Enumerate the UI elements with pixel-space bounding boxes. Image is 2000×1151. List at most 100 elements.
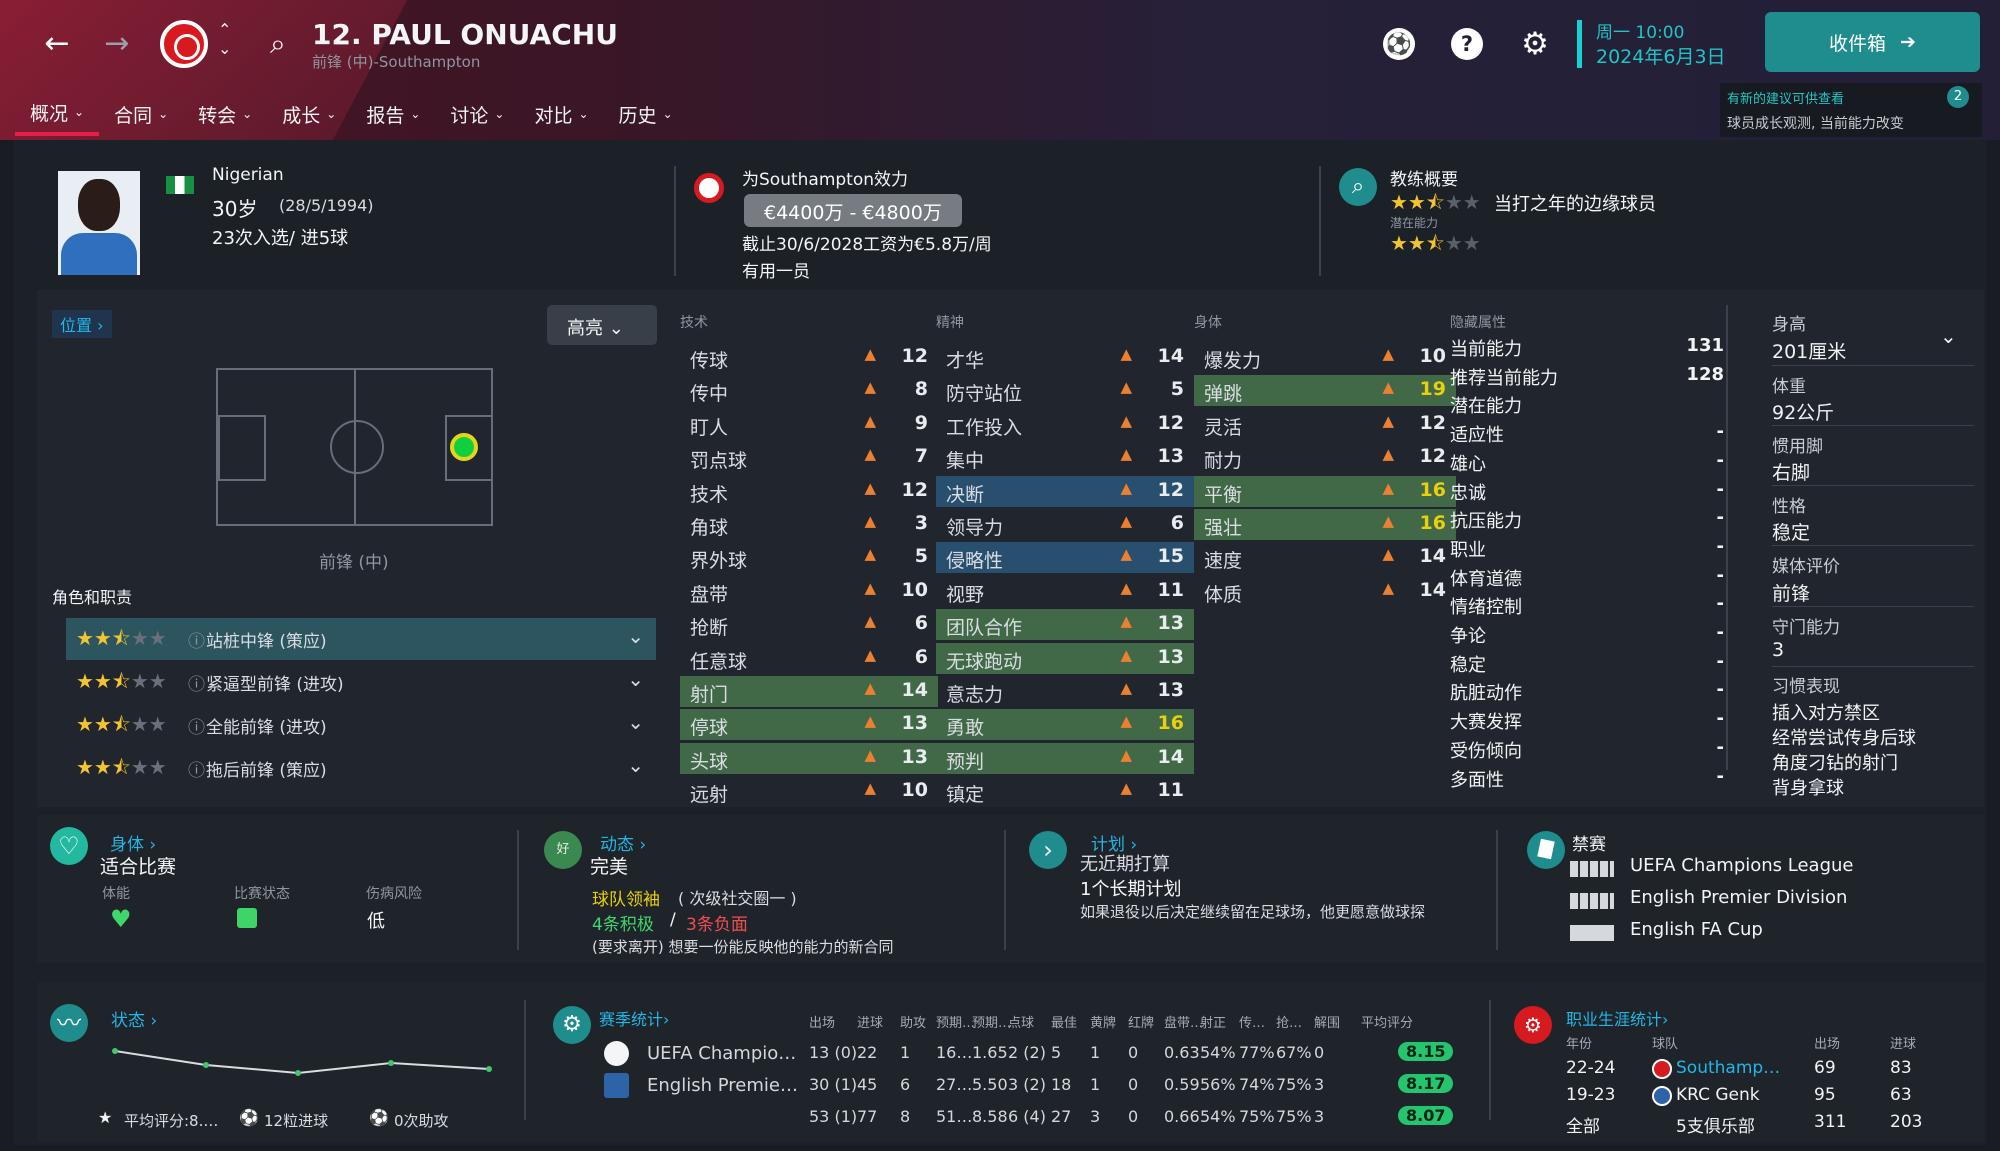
gear-icon[interactable]: ⚙ xyxy=(1519,28,1551,60)
attribute-name: 速度 xyxy=(1204,550,1243,573)
hidden-attribute-value: - xyxy=(1716,449,1724,471)
tab-contract[interactable]: 合同 ⌄ xyxy=(99,92,183,136)
attribute-row: 界外球 ▲ 5 xyxy=(680,542,938,573)
notice-count-badge: 2 xyxy=(1947,86,1969,108)
role-stars: ★★⯪★★ xyxy=(76,755,167,779)
foot-label: 惯用脚 xyxy=(1772,437,1823,457)
back-icon[interactable]: ← xyxy=(35,22,79,66)
season-cell: 3 xyxy=(1314,1107,1325,1126)
season-cell: 75% xyxy=(1239,1107,1275,1126)
card-shape xyxy=(1537,838,1555,860)
attribute-name: 头球 xyxy=(690,750,729,773)
season-cell: 0.63 xyxy=(1164,1043,1200,1062)
world-icon[interactable]: ⚽ xyxy=(1383,28,1415,60)
media-value: 前锋 xyxy=(1772,583,1811,605)
negative-count: 3条负面 xyxy=(686,915,748,935)
hidden-attribute-name: 情绪控制 xyxy=(1450,597,1522,619)
tab-overview[interactable]: 概况 ⌄ xyxy=(15,92,100,136)
attribute-name: 爆发力 xyxy=(1204,350,1262,372)
habits-label: 习惯表现 xyxy=(1772,677,1840,697)
role-stars: ★★⯪★★ xyxy=(76,712,167,736)
player-portrait xyxy=(58,171,140,275)
player-title: 12. PAUL ONUACHU xyxy=(312,18,618,51)
career-club[interactable]: KRC Genk xyxy=(1676,1085,1760,1105)
season-cell: 0 xyxy=(1128,1075,1139,1094)
season-header: 红牌 xyxy=(1128,1016,1155,1031)
attribute-name: 停球 xyxy=(690,717,729,740)
highlight-dropdown[interactable]: 高亮 ⌄ xyxy=(547,305,657,345)
attribute-name: 传球 xyxy=(690,350,729,372)
career-year: 22-24 xyxy=(1566,1058,1616,1078)
ban-title: 禁赛 xyxy=(1572,835,1606,855)
search-icon[interactable]: ⌕ xyxy=(1339,168,1377,206)
hidden-attribute-name: 适应性 xyxy=(1450,425,1504,447)
career-stats-link[interactable]: 职业生涯统计› xyxy=(1566,1006,1668,1030)
card-divider xyxy=(517,830,519,950)
inbox-button[interactable]: 收件箱 ➔ xyxy=(1765,12,1980,72)
career-year: 19-23 xyxy=(1566,1085,1616,1105)
hidden-attribute-name: 争论 xyxy=(1450,626,1486,647)
tab-compare[interactable]: 对比 ⌄ xyxy=(519,92,603,136)
attribute-value: 14 xyxy=(1419,545,1446,568)
notice-panel[interactable]: 有新的建议可供查看 球员成长观测, 当前能力改变 2 xyxy=(1720,83,1982,137)
hidden-attribute-value: - xyxy=(1716,535,1724,557)
attribute-row: 头球 ▲ 13 xyxy=(680,742,938,774)
attribute-name: 罚点球 xyxy=(690,450,748,473)
side-line xyxy=(1772,606,1974,607)
club-crest[interactable] xyxy=(160,20,208,68)
role-row-2[interactable]: ★★⯪★★ ⓘ 紧逼型前锋 (进攻) ⌄ xyxy=(66,661,656,703)
season-cell: 0 xyxy=(1128,1043,1139,1062)
forward-icon[interactable]: → xyxy=(95,22,139,66)
player-shirt xyxy=(61,233,137,275)
tab-development[interactable]: 成长 ⌄ xyxy=(267,92,351,136)
game-date: 2024年6月3日 xyxy=(1596,46,1726,68)
rating-badge: 8.15 xyxy=(1398,1042,1454,1061)
ban-bar xyxy=(1570,893,1614,909)
tab-reports[interactable]: 报告 ⌄ xyxy=(351,92,435,136)
attribute-value: 6 xyxy=(1170,512,1184,534)
attribute-name: 任意球 xyxy=(690,650,748,673)
average-rating: 平均评分:8.… xyxy=(124,1112,219,1130)
attribute-value: 9 xyxy=(914,411,928,434)
plan-arrow-icon: › xyxy=(1029,831,1067,869)
season-header: 进球 xyxy=(857,1016,884,1031)
attribute-value: 16 xyxy=(1419,478,1446,501)
attribute-value: 14 xyxy=(901,679,928,701)
side-line xyxy=(1772,666,1974,667)
stats-divider xyxy=(524,1000,526,1120)
role-row-3[interactable]: ★★⯪★★ ⓘ 全能前锋 (进攻) ⌄ xyxy=(66,704,656,746)
career-club[interactable]: Southamp… xyxy=(1676,1058,1780,1078)
career-icon: ⚙ xyxy=(1514,1006,1552,1044)
role-row-4[interactable]: ★★⯪★★ ⓘ 拖后前锋 (策应) ⌄ xyxy=(66,747,656,789)
trend-arrow-icon: ▲ xyxy=(1120,645,1132,664)
attribute-name: 防守站位 xyxy=(946,383,1023,406)
attribute-value: 13 xyxy=(901,712,928,735)
attribute-name: 平衡 xyxy=(1204,483,1243,506)
help-icon[interactable]: ? xyxy=(1451,28,1483,60)
player-switch-icon[interactable]: ⌃ ⌄ xyxy=(218,20,231,58)
career-club[interactable]: 5支俱乐部 xyxy=(1676,1112,1755,1137)
season-stats-link[interactable]: 赛季统计› xyxy=(599,1006,669,1030)
search-icon[interactable]: ⌕ xyxy=(270,27,286,61)
nigeria-flag-icon xyxy=(166,176,194,194)
tab-history[interactable]: 历史 ⌄ xyxy=(604,92,688,136)
season-cell: 1 xyxy=(900,1043,911,1062)
player-value: €4400万 - €4800万 xyxy=(744,194,962,227)
career-header: 年份 xyxy=(1566,1037,1593,1052)
pitch-circle xyxy=(330,420,384,474)
season-header: 助攻 xyxy=(900,1016,927,1031)
hidden-attribute-value: - xyxy=(1716,622,1724,643)
tab-transfer[interactable]: 转会 ⌄ xyxy=(183,92,267,136)
trend-arrow-icon: ▲ xyxy=(1120,712,1132,731)
ban-item: UEFA Champions League xyxy=(1630,855,1854,876)
position-link[interactable]: 位置 › xyxy=(52,310,112,338)
rating-star-icon: ★ xyxy=(98,1108,113,1127)
chevron-down-icon[interactable]: ⌄ xyxy=(1940,324,1957,348)
attribute-name: 无球跑动 xyxy=(946,650,1023,673)
mental-title: 精神 xyxy=(936,315,964,331)
season-header: 解围 xyxy=(1314,1016,1341,1031)
season-cell: 22 xyxy=(857,1043,878,1062)
hidden-attribute-name: 职业 xyxy=(1450,539,1486,561)
role-row-1[interactable]: ★★⯪★★ ⓘ 站桩中锋 (策应) ⌄ xyxy=(66,618,656,660)
tab-discussion[interactable]: 讨论 ⌄ xyxy=(435,92,519,136)
